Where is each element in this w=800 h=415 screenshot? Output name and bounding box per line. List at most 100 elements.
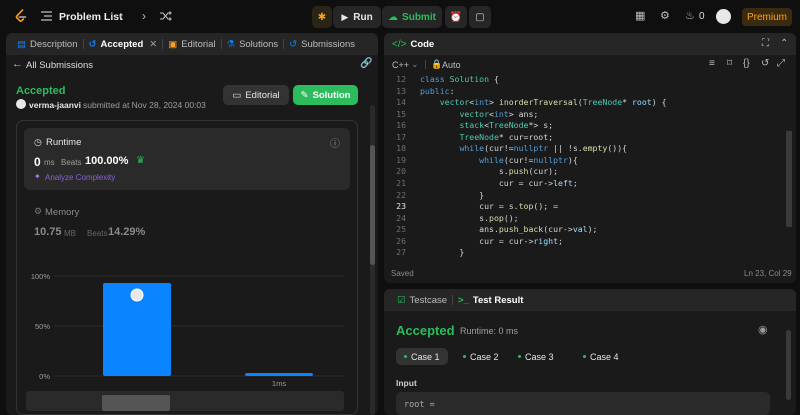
tab-editorial[interactable]: ▣ Editorial: [163, 39, 220, 50]
maximize-icon[interactable]: ⛶: [762, 38, 769, 49]
braces-icon[interactable]: {}: [743, 58, 750, 69]
line-number: 16: [396, 120, 406, 131]
code-line[interactable]: 16 stack<TreeNode*> s;: [384, 120, 782, 132]
line-number: 12: [396, 74, 406, 84]
chevron-up-icon[interactable]: ⌃: [780, 38, 788, 49]
code-text: class Solution {: [420, 74, 499, 84]
premium-button[interactable]: Premium: [742, 8, 792, 26]
code-editor[interactable]: 12 class Solution { 13 public: 14 vector<int…: [384, 74, 796, 260]
debug-button[interactable]: ✱: [312, 6, 332, 28]
code-line[interactable]: 23 cur = s.top(); =: [384, 201, 782, 213]
line-number: 15: [396, 108, 406, 119]
line-number: 26: [396, 235, 406, 246]
memory-beats-value: 14.29%: [108, 226, 146, 238]
submission-status: Accepted: [16, 85, 66, 97]
code-line[interactable]: 17 TreeNode* cur=root;: [384, 132, 782, 144]
format-icon[interactable]: ≡: [709, 58, 715, 69]
code-line[interactable]: 24 s.pop();: [384, 213, 782, 225]
code-line[interactable]: 13 public:: [384, 86, 782, 98]
editorial-button[interactable]: ▭ Editorial: [223, 85, 289, 105]
alarm-clock-icon: ⏰: [449, 11, 463, 23]
code-line[interactable]: 14 vector<int> inorderTraversal(TreeNode…: [384, 97, 782, 109]
submit-button[interactable]: ☁ Submit: [382, 6, 442, 28]
code-line[interactable]: 25 ans.push_back(cur->val);: [384, 224, 782, 236]
flask-icon: ⚗: [226, 38, 236, 50]
case-tab-2[interactable]: Case 2: [455, 348, 507, 365]
bookmark-icon[interactable]: ⌑: [727, 58, 732, 69]
layout-grid-icon[interactable]: ▦: [635, 9, 645, 23]
list-icon[interactable]: [41, 11, 52, 21]
eye-icon[interactable]: ◉: [758, 323, 768, 336]
link-icon[interactable]: 🔗: [360, 58, 372, 69]
case-tab-4[interactable]: Case 4: [575, 348, 627, 365]
code-brackets-icon: </>: [392, 38, 407, 50]
mode-label[interactable]: Auto: [442, 60, 461, 70]
input-box[interactable]: root =: [396, 392, 770, 415]
case-tab-1[interactable]: Case 1: [396, 348, 448, 365]
result-status: Accepted: [396, 323, 455, 338]
tab-submissions[interactable]: ↺ Submissions: [284, 39, 360, 50]
left-scrollbar-track[interactable]: [370, 105, 375, 415]
pass-dot: [463, 355, 466, 358]
case-tab-3[interactable]: Case 3: [510, 348, 562, 365]
code-text: vector<int> ans;: [459, 108, 539, 119]
code-line[interactable]: 21 cur = cur->left;: [384, 178, 782, 190]
notes-button[interactable]: ▢: [469, 6, 491, 28]
language-select[interactable]: C++: [392, 60, 409, 70]
timer-button[interactable]: ⏰: [445, 6, 467, 28]
tab-description[interactable]: ▤ Description: [12, 39, 83, 50]
code-text: s.pop();: [420, 212, 519, 223]
code-panel: </> Code ⛶ ⌃ C++ ⌄ 🔒 Auto ≡ ⌑ {} ↺ ⤢ 12 c…: [384, 33, 796, 283]
editor-scrollbar-thumb[interactable]: [786, 131, 792, 227]
all-submissions-link[interactable]: All Submissions: [26, 60, 93, 71]
code-line[interactable]: 22 }: [384, 190, 782, 202]
code-line[interactable]: 20 s.push(cur);: [384, 166, 782, 178]
memory-chip-icon: ⚙: [34, 206, 43, 216]
tab-testcase[interactable]: ☑ Testcase: [392, 295, 452, 306]
result-scrollbar-thumb[interactable]: [786, 330, 791, 400]
line-number: 23: [396, 201, 406, 212]
save-status: Saved: [391, 269, 414, 278]
fullscreen-icon[interactable]: ⤢: [777, 58, 785, 69]
code-line[interactable]: 19 while(cur!=nullptr){: [384, 155, 782, 167]
chevron-left-icon[interactable]: ‹: [119, 9, 123, 23]
run-button[interactable]: ▶ Run: [333, 6, 381, 28]
cloud-upload-icon: ☁: [388, 11, 399, 23]
result-runtime: Runtime: 0 ms: [460, 326, 519, 336]
problem-list-link[interactable]: Problem List: [59, 11, 123, 23]
solution-button[interactable]: ✎ Solution: [293, 85, 358, 105]
line-number: 24: [396, 212, 406, 223]
fire-icon[interactable]: ♨: [685, 9, 695, 23]
user-avatar[interactable]: [716, 9, 731, 24]
memory-title[interactable]: Memory: [45, 207, 79, 218]
leetcode-logo-icon[interactable]: [14, 9, 28, 23]
analyze-complexity-link[interactable]: Analyze Complexity: [45, 173, 115, 182]
runtime-card[interactable]: ◷ Runtime ⓘ 0 ms Beats 100.00% ♛ ✦ Analy…: [24, 128, 350, 190]
submission-user[interactable]: verma-jaanvi: [29, 100, 81, 110]
line-number: 21: [396, 177, 406, 188]
chevron-right-icon[interactable]: ›: [142, 9, 146, 23]
shuffle-icon[interactable]: [160, 11, 172, 21]
tab-solutions[interactable]: ⚗ Solutions: [222, 39, 284, 50]
y-tick-label: 0%: [39, 372, 50, 381]
code-line[interactable]: 26 cur = cur->right;: [384, 236, 782, 248]
close-icon[interactable]: ✕: [149, 39, 157, 50]
arrow-left-icon[interactable]: ←: [12, 58, 23, 70]
line-number: 17: [396, 131, 406, 142]
code-line[interactable]: 27 }: [384, 247, 782, 259]
runtime-value: 0: [34, 155, 41, 169]
tab-test-result[interactable]: >_ Test Result: [453, 295, 528, 306]
left-scrollbar-thumb[interactable]: [370, 145, 375, 265]
gear-icon[interactable]: ⚙: [660, 9, 670, 23]
code-line[interactable]: 18 while(cur!=nullptr || !s.empty()){: [384, 143, 782, 155]
code-line[interactable]: 12 class Solution {: [384, 74, 782, 86]
pass-dot: [518, 355, 521, 358]
reset-icon[interactable]: ↺: [761, 58, 769, 69]
chevron-down-icon[interactable]: ⌄: [411, 59, 419, 70]
code-line[interactable]: 15 vector<int> ans;: [384, 109, 782, 121]
history-icon: ↺: [289, 38, 298, 50]
line-number: 13: [396, 85, 406, 96]
info-icon[interactable]: ⓘ: [330, 135, 340, 150]
tab-accepted[interactable]: ↺ Accepted ✕: [84, 39, 163, 50]
chart-bar[interactable]: [245, 373, 313, 376]
